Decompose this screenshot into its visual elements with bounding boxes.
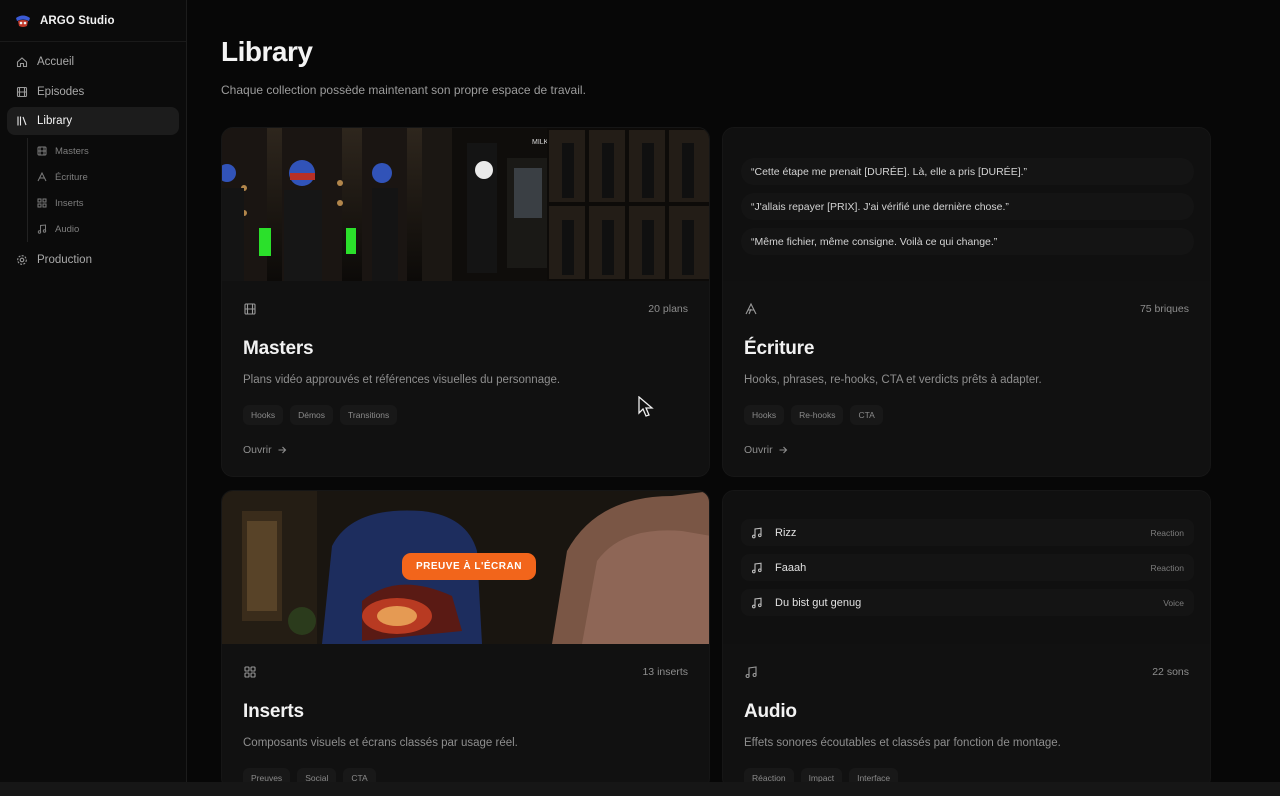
ecriture-open-link[interactable]: Ouvrir [744,444,788,456]
sidebar-item-production[interactable]: Production [7,246,179,274]
page-subtitle: Chaque collection possède maintenant son… [221,83,586,97]
arrow-right-icon [779,446,787,454]
inserts-thumbnail: PREUVE À L'ÉCRAN [222,491,709,644]
ecriture-preview: “Cette étape me prenait [DURÉE]. Là, ell… [723,128,1210,281]
subnav-item-masters[interactable]: Masters [37,138,179,164]
sidebar-item-episodes[interactable]: Episodes [7,78,179,106]
svg-text:MILK: MILK [532,139,549,146]
proof-badge: PREUVE À L'ÉCRAN [402,553,536,580]
sidebar-item-label: Episodes [37,85,85,98]
card-ecriture[interactable]: “Cette étape me prenait [DURÉE]. Là, ell… [722,127,1211,477]
card-inserts[interactable]: PREUVE À L'ÉCRAN 13 inserts Inserts Comp… [221,490,710,790]
tag-chip[interactable]: Transitions [340,405,398,425]
quote-item: “Même fichier, même consigne. Voilà ce q… [741,228,1194,255]
ecriture-tags: Hooks Re-hooks CTA [744,405,883,425]
subnav-item-label: Masters [55,145,89,157]
audio-preview: Rizz Reaction Faaah Reaction Du bist gut… [723,491,1210,644]
music-icon [37,224,47,234]
text-icon [37,172,47,182]
open-label: Ouvrir [744,444,773,456]
sidebar-item-accueil[interactable]: Accueil [7,48,179,76]
inserts-title: Inserts [243,701,304,722]
tag-chip[interactable]: Hooks [744,405,785,425]
tag-chip[interactable]: Re-hooks [791,405,844,425]
grid-icon [37,198,47,208]
sidebar-item-label: Accueil [37,56,75,68]
quote-item: “J'allais repayer [PRIX]. J'ai vérifié u… [741,193,1194,220]
audio-description: Effets sonores écoutables et classés par… [744,737,1061,749]
quote-list: “Cette étape me prenait [DURÉE]. Là, ell… [741,158,1194,263]
inserts-description: Composants visuels et écrans classés par… [243,737,518,749]
subnav-item-inserts[interactable]: Inserts [37,190,179,216]
sidebar-item-label: Library [37,115,73,127]
inserts-count: 13 inserts [642,666,688,678]
subnav-item-label: Audio [55,223,80,235]
music-icon [751,527,762,538]
subnav-item-ecriture[interactable]: Écriture [37,164,179,190]
music-icon [751,562,762,573]
audio-track[interactable]: Faaah Reaction [741,554,1194,581]
open-label: Ouvrir [243,444,272,456]
tag-chip[interactable]: Démos [290,405,334,425]
sidebar: ARGO Studio Accueil Episodes Library Mas… [0,0,187,782]
card-masters[interactable]: MILK 20 plans Masters Plans vidéo approu… [221,127,710,477]
grid-icon [244,666,256,678]
audio-track-list: Rizz Reaction Faaah Reaction Du bist gut… [741,519,1194,624]
masters-description: Plans vidéo approuvés et références visu… [243,374,561,386]
track-name: Faaah [775,561,807,574]
quote-item: “Cette étape me prenait [DURÉE]. Là, ell… [741,158,1194,185]
arrow-right-icon [278,446,286,454]
argo-logo-icon [16,15,30,27]
music-icon [751,597,762,608]
library-subnav: Masters Écriture Inserts Audio [27,138,179,242]
audio-title: Audio [744,701,797,722]
film-icon [16,86,28,97]
audio-track[interactable]: Rizz Reaction [741,519,1194,546]
library-icon [17,116,27,126]
tag-chip[interactable]: Hooks [243,405,284,425]
audio-count: 22 sons [1152,666,1189,678]
masters-title: Masters [243,338,314,359]
page-title: Library [221,36,313,67]
card-audio[interactable]: Rizz Reaction Faaah Reaction Du bist gut… [722,490,1211,790]
ecriture-count: 75 briques [1139,303,1189,315]
track-kind: Reaction [1150,527,1184,538]
mouse-cursor-icon [638,396,654,417]
main-content: Library Chaque collection possède mainte… [188,0,1280,790]
ecriture-title: Écriture [744,338,815,359]
ecriture-description: Hooks, phrases, re-hooks, CTA et verdict… [744,374,1042,386]
app-name: ARGO Studio [40,14,115,27]
masters-open-link[interactable]: Ouvrir [243,444,287,456]
subnav-item-label: Inserts [55,197,84,209]
masters-count: 20 plans [648,303,688,315]
track-name: Rizz [775,526,797,539]
gear-icon [17,255,27,265]
masters-tags: Hooks Démos Transitions [243,405,398,425]
film-icon [244,303,256,315]
home-icon [16,57,28,68]
audio-track[interactable]: Du bist gut genug Voice [741,589,1194,616]
track-kind: Reaction [1150,562,1184,573]
track-kind: Voice [1163,597,1184,608]
brand[interactable]: ARGO Studio [0,0,186,42]
sidebar-item-library[interactable]: Library [7,107,179,135]
video-frames-image: MILK [222,128,709,281]
subnav-item-audio[interactable]: Audio [37,216,179,242]
tag-chip[interactable]: CTA [850,405,883,425]
subnav-item-label: Écriture [55,171,88,183]
masters-thumbnail-strip: MILK [222,128,709,281]
music-icon [745,666,757,679]
bottom-bar [0,782,1280,796]
text-icon [745,302,757,315]
film-icon [37,146,47,156]
sidebar-nav: Accueil Episodes Library Masters Écritur… [0,42,186,282]
track-name: Du bist gut genug [775,596,862,609]
sidebar-item-label: Production [37,254,92,266]
